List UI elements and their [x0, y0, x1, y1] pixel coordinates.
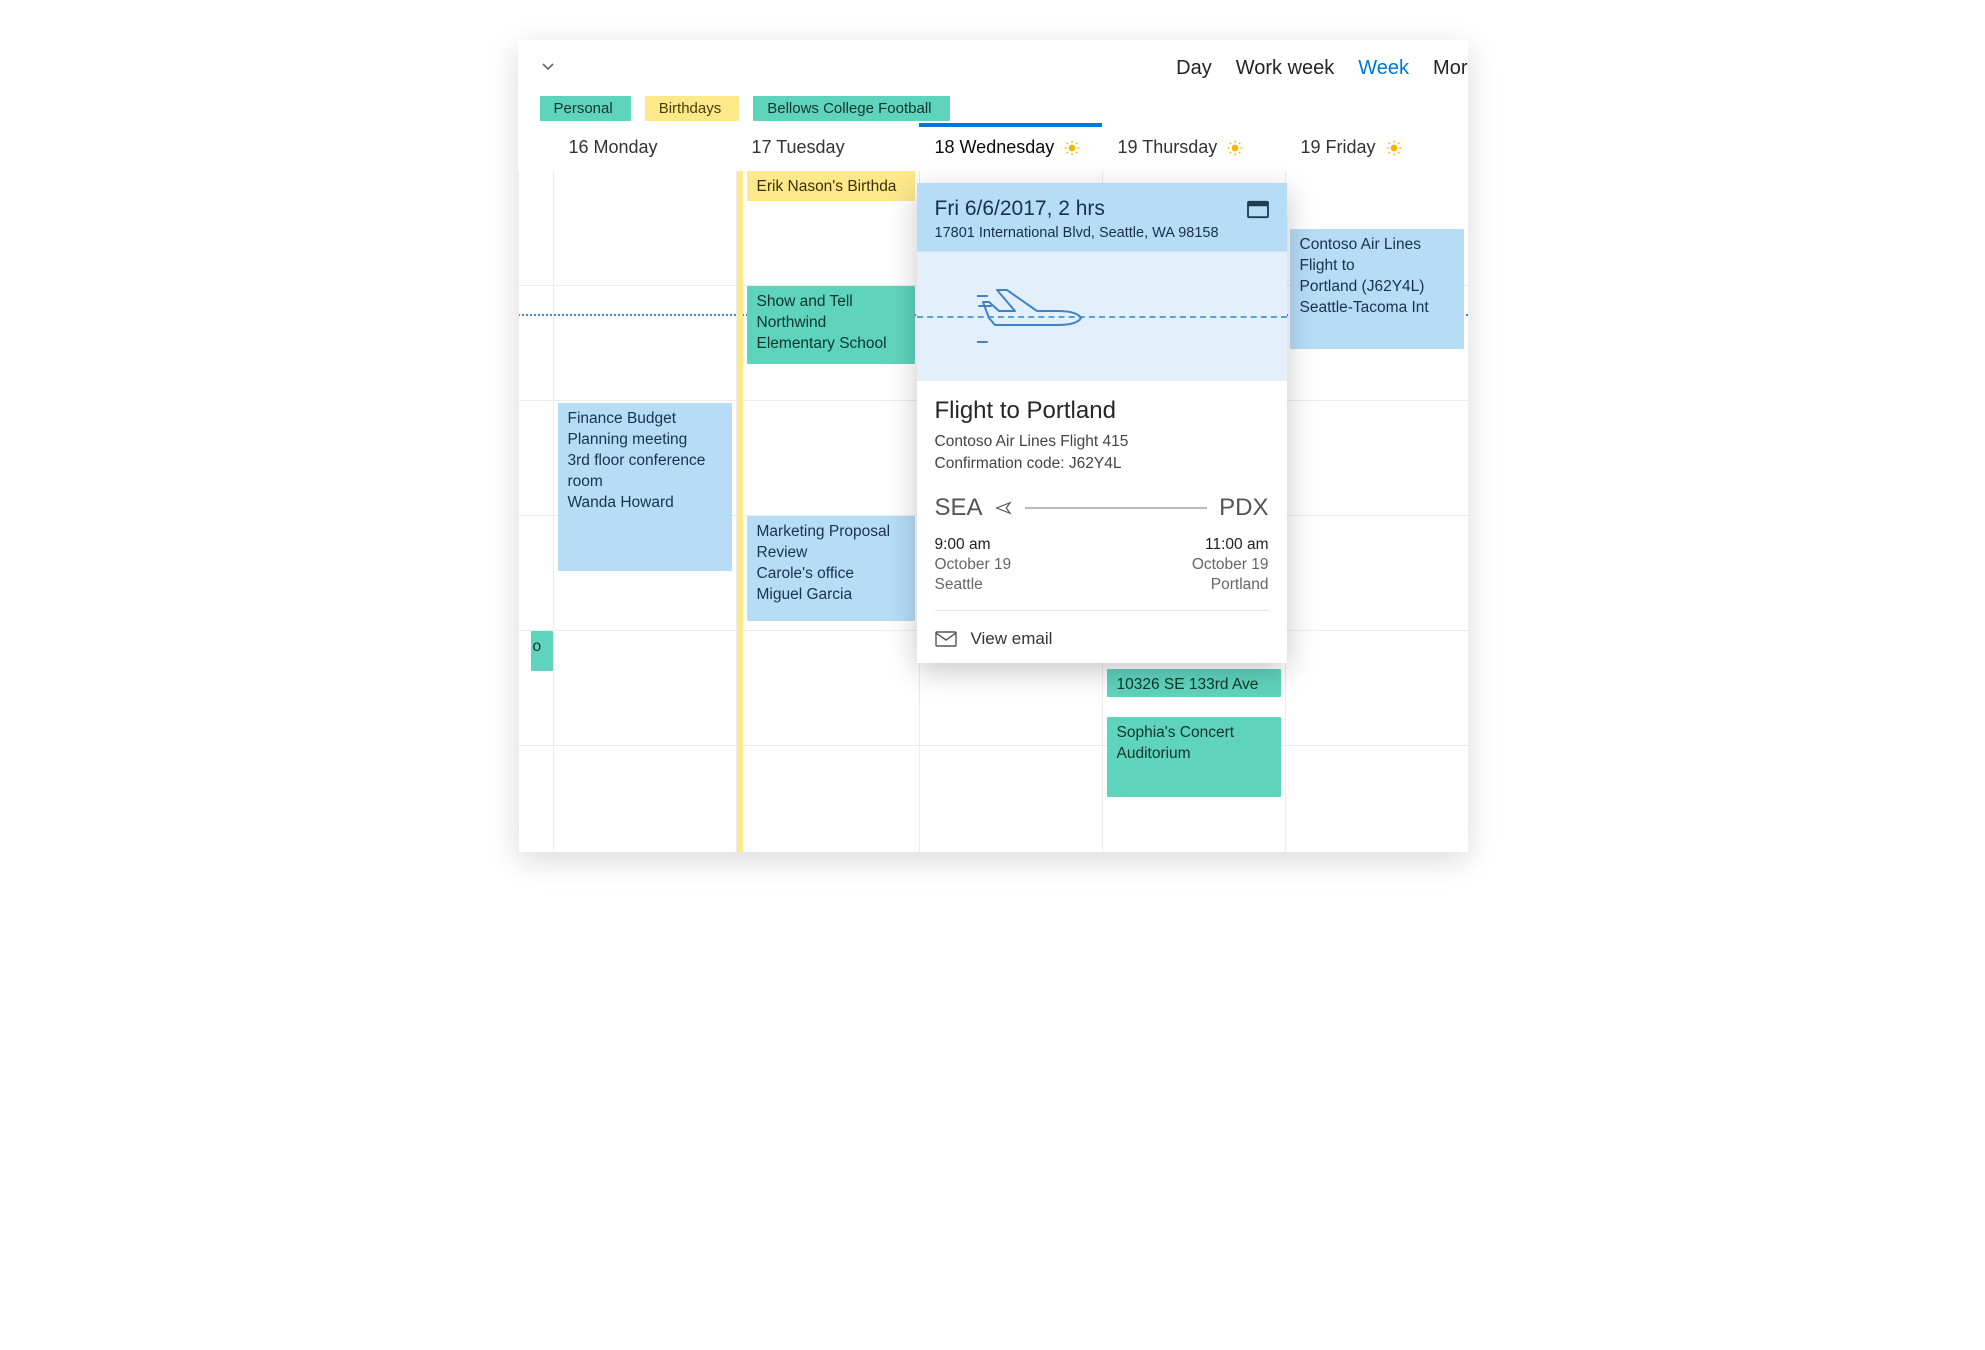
day-head-thu[interactable]: 19 Thursday	[1102, 127, 1285, 171]
sun-icon	[1227, 140, 1243, 156]
calendar-icon[interactable]	[1247, 199, 1269, 219]
arrival-code: PDX	[1219, 494, 1268, 522]
departure-code: SEA	[935, 494, 983, 522]
view-email-label: View email	[971, 629, 1053, 649]
day-label: 19 Thursday	[1118, 137, 1218, 158]
event-line: Seattle-Tacoma Int	[1300, 298, 1454, 319]
event-line: Northwind	[757, 313, 905, 334]
event-show-and-tell[interactable]: Show and Tell Northwind Elementary Schoo…	[747, 286, 915, 364]
popup-plane-banner	[917, 251, 1287, 381]
popup-sub2: Confirmation code: J62Y4L	[935, 453, 1269, 475]
departure-time: 9:00 am	[935, 536, 1012, 554]
day-headers: 16 Monday 17 Tuesday 18 Wednesday 19 Thu…	[518, 127, 1468, 171]
event-line: room	[568, 472, 722, 493]
event-line: Wanda Howard	[568, 493, 722, 514]
view-workweek[interactable]: Work week	[1236, 57, 1335, 80]
event-finance[interactable]: Finance Budget Planning meeting 3rd floo…	[558, 403, 732, 571]
view-more[interactable]: Mor	[1433, 57, 1467, 80]
allday-strip-birthday	[737, 171, 743, 852]
popup-address: 17801 International Blvd, Seattle, WA 98…	[935, 225, 1269, 241]
sun-icon	[1064, 140, 1080, 156]
airplane-small-icon	[995, 499, 1013, 517]
event-sophia[interactable]: Sophia's Concert Auditorium	[1107, 717, 1281, 797]
day-head-fri[interactable]: 19 Friday	[1285, 127, 1468, 171]
airplane-icon	[977, 276, 1097, 362]
sun-icon	[1386, 140, 1402, 156]
event-flight[interactable]: Contoso Air Lines Flight to Portland (J6…	[1290, 229, 1464, 349]
mail-icon	[935, 631, 957, 647]
departure-city: Seattle	[935, 576, 1012, 594]
calendar-window: Day Work week Week Mor Personal Birthday…	[518, 40, 1468, 852]
popup-body: Flight to Portland Contoso Air Lines Fli…	[917, 381, 1287, 615]
view-switcher: Day Work week Week Mor	[1176, 57, 1467, 80]
view-day[interactable]: Day	[1176, 57, 1212, 80]
event-line: Auditorium	[1117, 744, 1271, 765]
col-fri[interactable]: Contoso Air Lines Flight to Portland (J6…	[1285, 171, 1468, 852]
event-line: 3rd floor conference	[568, 451, 722, 472]
event-title: Show and Tell	[757, 292, 905, 313]
event-line: Contoso Air Lines	[1300, 235, 1454, 256]
arrival-time: 11:00 am	[1192, 536, 1269, 554]
event-birthday[interactable]: Erik Nason's Birthda	[747, 171, 915, 201]
day-head-wed[interactable]: 18 Wednesday	[919, 127, 1102, 171]
popup-header: Fri 6/6/2017, 2 hrs 17801 International …	[917, 183, 1287, 251]
time-gutter: o	[518, 171, 553, 852]
flight-route: SEA PDX	[935, 494, 1269, 522]
day-head-mon[interactable]: 16 Monday	[553, 127, 736, 171]
event-line: Elementary School	[757, 334, 905, 355]
event-title: Finance Budget	[568, 409, 722, 430]
departure-info: 9:00 am October 19 Seattle	[935, 536, 1012, 594]
event-line: Miguel Garcia	[757, 585, 905, 606]
day-label: 16 Monday	[569, 137, 658, 158]
event-marketing[interactable]: Marketing Proposal Review Carole's offic…	[747, 516, 915, 621]
popup-sub1: Contoso Air Lines Flight 415	[935, 431, 1269, 453]
event-line: Review	[757, 543, 905, 564]
col-tue[interactable]: Erik Nason's Birthda Show and Tell North…	[736, 171, 919, 852]
event-line: Carole's office	[757, 564, 905, 585]
event-title: Marketing Proposal	[757, 522, 905, 543]
gutter-head	[518, 127, 553, 171]
day-label: 18 Wednesday	[935, 137, 1055, 158]
legend-birthdays[interactable]: Birthdays	[645, 96, 740, 121]
departure-date: October 19	[935, 556, 1012, 574]
view-email-button[interactable]: View email	[917, 615, 1287, 663]
event-address-partial[interactable]: 10326 SE 133rd Ave	[1107, 669, 1281, 697]
route-line	[1025, 507, 1208, 509]
legend-personal[interactable]: Personal	[540, 96, 631, 121]
day-label: 17 Tuesday	[752, 137, 845, 158]
popup-datetime: Fri 6/6/2017, 2 hrs	[935, 197, 1269, 221]
col-mon[interactable]: Finance Budget Planning meeting 3rd floo…	[553, 171, 736, 852]
event-partial[interactable]: o	[531, 631, 553, 671]
view-week[interactable]: Week	[1358, 57, 1409, 80]
event-detail-popup: Fri 6/6/2017, 2 hrs 17801 International …	[917, 183, 1287, 663]
event-line: Portland (J62Y4L)	[1300, 277, 1454, 298]
divider	[935, 610, 1269, 611]
day-head-tue[interactable]: 17 Tuesday	[736, 127, 919, 171]
arrival-date: October 19	[1192, 556, 1269, 574]
day-label: 19 Friday	[1301, 137, 1376, 158]
chevron-down-icon[interactable]	[536, 55, 560, 82]
arrival-info: 11:00 am October 19 Portland	[1192, 536, 1269, 594]
legend-football[interactable]: Bellows College Football	[753, 96, 949, 121]
popup-title: Flight to Portland	[935, 397, 1269, 425]
arrival-city: Portland	[1192, 576, 1269, 594]
event-line: Flight to	[1300, 256, 1454, 277]
topbar: Day Work week Week Mor	[518, 40, 1468, 96]
flight-path-dash	[917, 316, 1287, 318]
event-line: Planning meeting	[568, 430, 722, 451]
event-title: Sophia's Concert	[1117, 723, 1271, 744]
